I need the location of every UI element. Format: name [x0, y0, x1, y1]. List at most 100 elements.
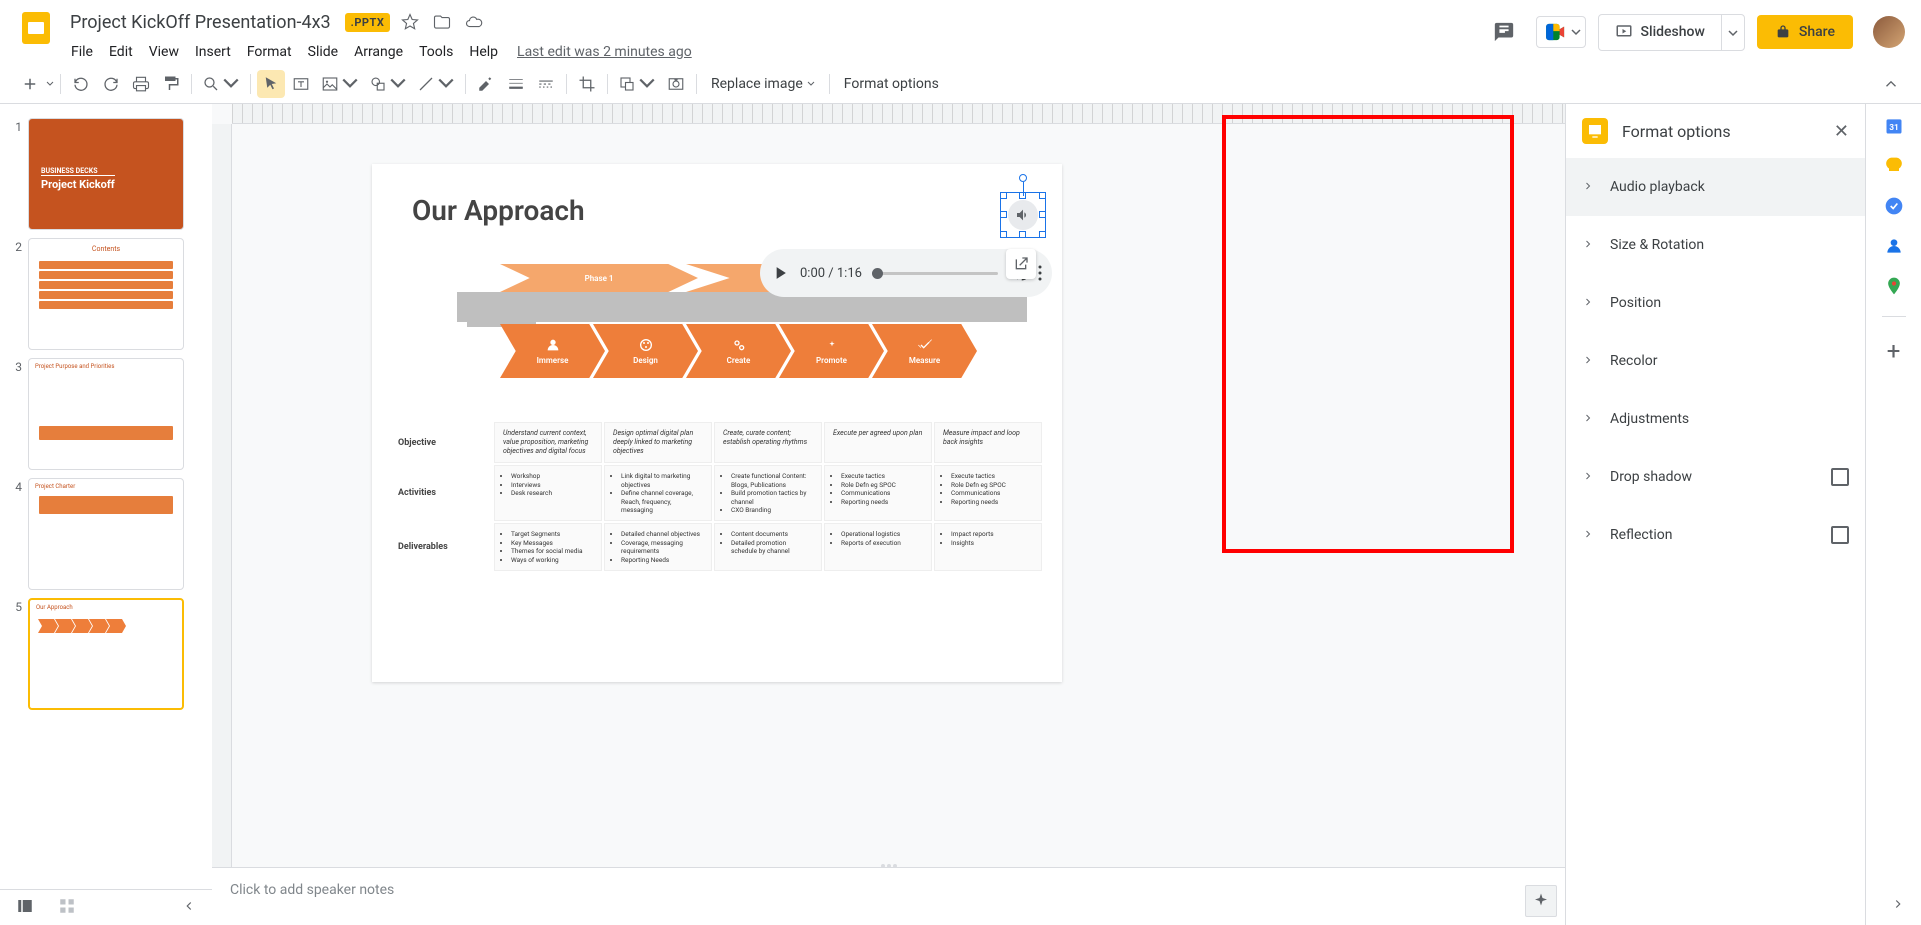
calendar-icon[interactable]: 31 — [1884, 116, 1904, 136]
audio-progress[interactable] — [872, 272, 998, 275]
border-weight-button[interactable] — [502, 70, 530, 98]
tasks-icon[interactable] — [1884, 196, 1904, 216]
slide-thumb-5[interactable]: 5 Our Approach — [0, 594, 212, 714]
chevron-right-icon — [1582, 235, 1594, 254]
document-title[interactable]: Project KickOff Presentation-4x3 — [64, 10, 337, 35]
shape-tool[interactable] — [365, 70, 411, 98]
menu-help[interactable]: Help — [462, 40, 505, 64]
resize-handle[interactable] — [1039, 211, 1046, 218]
slide-thumb-3[interactable]: 3 Project Purpose and Priorities — [0, 354, 212, 474]
menu-edit[interactable]: Edit — [102, 40, 140, 64]
format-section-drop-shadow[interactable]: Drop shadow — [1566, 448, 1865, 506]
canvas-area[interactable]: Our Approach Our Approach Phase 1 Phase … — [212, 104, 1565, 925]
print-button[interactable] — [127, 70, 155, 98]
textbox-tool[interactable] — [287, 70, 315, 98]
format-options-button[interactable]: Format options — [836, 76, 947, 92]
notes-drag-handle[interactable] — [874, 864, 904, 870]
menu-bar: File Edit View Insert Format Slide Arran… — [64, 38, 1484, 66]
addons-plus-icon[interactable]: + — [1887, 337, 1901, 365]
undo-button[interactable] — [67, 70, 95, 98]
slide-thumb-1[interactable]: 1 BUSINESS DECKSProject Kickoff — [0, 114, 212, 234]
format-section-audio-playback[interactable]: Audio playback — [1566, 158, 1865, 216]
select-tool[interactable] — [257, 70, 285, 98]
slideshow-dropdown[interactable] — [1721, 15, 1744, 50]
slide-thumb-4[interactable]: 4 Project Charter — [0, 474, 212, 594]
resize-handle[interactable] — [1019, 231, 1026, 238]
explore-button[interactable] — [1525, 885, 1557, 917]
main-area: 1 BUSINESS DECKSProject Kickoff 2 Conten… — [0, 104, 1921, 925]
replace-image-button[interactable]: Replace image — [703, 76, 823, 92]
format-section-label: Drop shadow — [1610, 469, 1815, 485]
redo-button[interactable] — [97, 70, 125, 98]
header-actions: Slideshow Share — [1484, 8, 1905, 52]
zoom-button[interactable] — [198, 70, 244, 98]
filmstrip-bottom-bar — [0, 889, 212, 925]
format-section-reflection[interactable]: Reflection — [1566, 506, 1865, 564]
close-icon[interactable]: ✕ — [1834, 121, 1849, 142]
audio-more-icon[interactable] — [1038, 265, 1042, 281]
menu-slide[interactable]: Slide — [301, 40, 345, 64]
reset-image-button[interactable] — [662, 70, 690, 98]
format-section-adjustments[interactable]: Adjustments — [1566, 390, 1865, 448]
filmstrip-view-icon[interactable] — [16, 897, 34, 919]
line-tool[interactable] — [413, 70, 459, 98]
checkbox[interactable] — [1831, 526, 1849, 544]
resize-handle[interactable] — [1000, 231, 1007, 238]
audio-time: 0:00 / 1:16 — [800, 266, 862, 281]
slide-number: 1 — [8, 118, 22, 230]
menu-format[interactable]: Format — [240, 40, 299, 64]
slide-canvas[interactable]: Our Approach Our Approach Phase 1 Phase … — [372, 164, 1062, 682]
speaker-notes[interactable]: Click to add speaker notes — [212, 867, 1565, 925]
play-icon[interactable] — [770, 263, 790, 283]
checkbox[interactable] — [1831, 468, 1849, 486]
mask-button[interactable] — [614, 70, 660, 98]
step-measure: Measure — [872, 324, 977, 378]
slides-logo[interactable] — [16, 8, 56, 48]
popout-icon[interactable] — [1006, 249, 1036, 279]
collapse-filmstrip-icon[interactable] — [182, 898, 196, 917]
act-cell: Execute tacticsRole Defn eg SPOCCommunic… — [824, 465, 932, 521]
chevron-right-icon — [1582, 409, 1594, 428]
comments-icon[interactable] — [1484, 12, 1524, 52]
format-section-size-rotation[interactable]: Size & Rotation — [1566, 216, 1865, 274]
resize-handle[interactable] — [1000, 192, 1007, 199]
move-icon[interactable] — [430, 10, 454, 34]
menu-file[interactable]: File — [64, 40, 100, 64]
share-button[interactable]: Share — [1757, 15, 1853, 49]
maps-icon[interactable] — [1884, 276, 1904, 296]
format-section-recolor[interactable]: Recolor — [1566, 332, 1865, 390]
menu-insert[interactable]: Insert — [188, 40, 238, 64]
last-edit-link[interactable]: Last edit was 2 minutes ago — [517, 44, 692, 60]
menu-view[interactable]: View — [142, 40, 186, 64]
menu-tools[interactable]: Tools — [412, 40, 460, 64]
collapse-toolbar-button[interactable] — [1877, 70, 1905, 98]
resize-handle[interactable] — [1000, 211, 1007, 218]
menu-arrange[interactable]: Arrange — [347, 40, 410, 64]
slide-thumb-2[interactable]: 2 Contents — [0, 234, 212, 354]
image-tool[interactable] — [317, 70, 363, 98]
audio-object[interactable] — [1004, 196, 1042, 234]
user-avatar[interactable] — [1873, 16, 1905, 48]
new-slide-button[interactable] — [16, 70, 44, 98]
format-section-position[interactable]: Position — [1566, 274, 1865, 332]
keep-icon[interactable] — [1884, 156, 1904, 176]
side-dock-collapse-icon[interactable] — [1891, 896, 1905, 915]
meet-button[interactable] — [1536, 16, 1586, 48]
grid-view-icon[interactable] — [58, 897, 76, 919]
step-design: Design — [593, 324, 698, 378]
paint-format-button[interactable] — [157, 70, 185, 98]
resize-handle[interactable] — [1039, 192, 1046, 199]
filmstrip[interactable]: 1 BUSINESS DECKSProject Kickoff 2 Conten… — [0, 104, 212, 925]
resize-handle[interactable] — [1039, 231, 1046, 238]
cloud-icon[interactable] — [462, 10, 486, 34]
slideshow-button[interactable]: Slideshow — [1599, 15, 1721, 49]
share-label: Share — [1799, 24, 1835, 40]
border-dash-button[interactable] — [532, 70, 560, 98]
crop-button[interactable] — [573, 70, 601, 98]
border-color-button[interactable] — [472, 70, 500, 98]
star-icon[interactable] — [398, 10, 422, 34]
new-slide-dropdown[interactable] — [46, 81, 54, 87]
contacts-icon[interactable] — [1884, 236, 1904, 256]
rotate-handle[interactable] — [1019, 174, 1027, 182]
act-cell: Create functional Content: Blogs, Public… — [714, 465, 822, 521]
